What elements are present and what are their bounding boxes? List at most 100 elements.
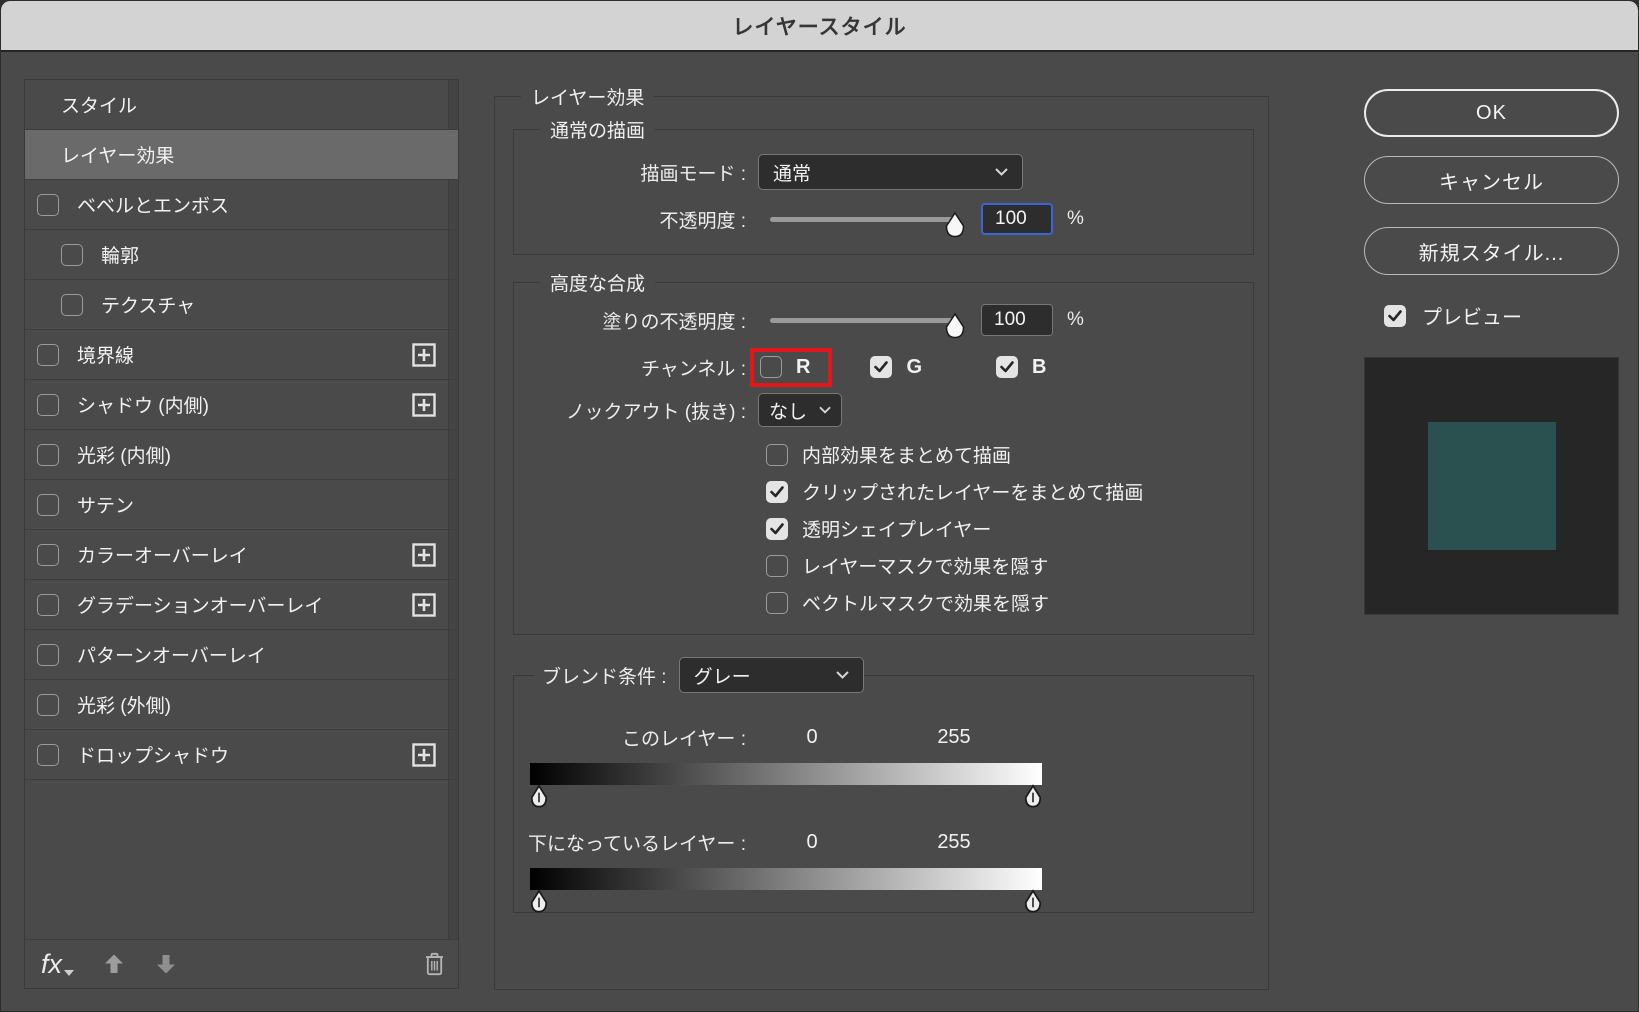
contour-checkbox[interactable]: [61, 243, 83, 266]
opacity-slider[interactable]: [770, 211, 965, 237]
blend-clipped-checkbox[interactable]: [766, 480, 788, 503]
vector-mask-hides-option[interactable]: ベクトルマスクで効果を隠す: [766, 589, 1253, 616]
preview-toggle-row: プレビュー: [1364, 301, 1619, 330]
preview-label: プレビュー: [1422, 307, 1522, 329]
knockout-label: ノックアウト (抜き) :: [565, 401, 746, 423]
check-icon: [770, 485, 784, 497]
chevron-down-icon: [819, 406, 831, 414]
channel-b-group: B: [996, 356, 1046, 379]
transparency-shapes-option[interactable]: 透明シェイプレイヤー: [766, 515, 1253, 542]
move-effect-up-button[interactable]: [102, 952, 126, 976]
advanced-blending-legend: 高度な合成: [540, 269, 656, 296]
blend-mode-value: 通常: [773, 163, 812, 185]
sidebar-item-satin[interactable]: サテン: [25, 480, 458, 530]
fx-menu-button[interactable]: fx: [41, 950, 75, 978]
dialog-titlebar[interactable]: レイヤースタイル: [1, 1, 1638, 52]
new-style-button[interactable]: 新規スタイル...: [1364, 227, 1619, 275]
cancel-button[interactable]: キャンセル: [1364, 156, 1619, 204]
general-blending-group: 通常の描画 描画モード : 通常 不透明度 : 100 %: [513, 116, 1254, 255]
add-gradient-overlay-instance-icon[interactable]: [412, 592, 436, 617]
outer-glow-checkbox[interactable]: [37, 693, 59, 716]
vector-mask-hides-checkbox[interactable]: [766, 591, 788, 614]
channel-g-checkbox[interactable]: [870, 356, 893, 378]
blend-if-value: グレー: [693, 666, 751, 688]
color-overlay-checkbox[interactable]: [37, 543, 59, 566]
inner-shadow-checkbox[interactable]: [37, 393, 59, 416]
sidebar-item-pattern-overlay[interactable]: パターンオーバーレイ: [25, 630, 458, 680]
blend-if-group: ブレンド条件 : グレー このレイヤー : 0 255 下になっているレイヤー …: [513, 657, 1254, 913]
add-inner-shadow-instance-icon[interactable]: [412, 392, 436, 417]
sidebar-item-gradient-overlay[interactable]: グラデーションオーバーレイ: [25, 580, 458, 630]
add-drop-shadow-instance-icon[interactable]: [412, 742, 436, 767]
this-layer-label: このレイヤー :: [622, 729, 746, 750]
arrow-up-icon: [105, 954, 124, 973]
blend-clipped-option[interactable]: クリップされたレイヤーをまとめて描画: [766, 478, 1253, 505]
fill-opacity-row: 塗りの不透明度 : 100 %: [514, 303, 1253, 338]
bevel-emboss-checkbox[interactable]: [37, 193, 59, 216]
this-layer-white-slider[interactable]: [1021, 784, 1045, 814]
sidebar-item-texture[interactable]: テクスチャ: [25, 280, 458, 330]
knockout-select[interactable]: なし: [758, 393, 842, 427]
fill-opacity-slider-handle[interactable]: [941, 312, 969, 345]
stroke-checkbox[interactable]: [37, 343, 59, 366]
transparency-shapes-checkbox[interactable]: [766, 517, 788, 540]
sidebar-item-styles[interactable]: スタイル: [25, 80, 458, 130]
underlying-layer-row: 下になっているレイヤー : 0 255: [514, 829, 1253, 856]
sidebar-item-color-overlay[interactable]: カラーオーバーレイ: [25, 530, 458, 580]
check-icon: [1388, 309, 1402, 321]
sidebar-item-stroke[interactable]: 境界線: [25, 330, 458, 380]
fill-opacity-unit: %: [1067, 309, 1084, 330]
channel-r-highlight-box: R: [750, 347, 833, 387]
this-layer-min-value: 0: [806, 726, 818, 748]
add-color-overlay-instance-icon[interactable]: [412, 542, 436, 567]
channel-g-group: G: [870, 356, 922, 379]
channel-b-checkbox[interactable]: [996, 356, 1019, 378]
blend-if-select[interactable]: グレー: [678, 657, 864, 693]
add-stroke-instance-icon[interactable]: [412, 342, 436, 367]
opacity-input[interactable]: 100: [981, 203, 1053, 235]
sidebar-item-outer-glow[interactable]: 光彩 (外側): [25, 680, 458, 730]
chevron-down-icon: [995, 168, 1008, 176]
this-layer-black-slider[interactable]: [527, 784, 551, 814]
layer-mask-hides-option[interactable]: レイヤーマスクで効果を隠す: [766, 552, 1253, 579]
blend-if-legend-row: ブレンド条件 : グレー: [534, 657, 864, 693]
pattern-overlay-checkbox[interactable]: [37, 643, 59, 666]
drop-shadow-checkbox[interactable]: [37, 743, 59, 766]
blend-interior-option[interactable]: 内部効果をまとめて描画: [766, 441, 1253, 468]
sidebar-item-bevel-emboss[interactable]: ベベルとエンボス: [25, 180, 458, 230]
sidebar-item-layer-effects[interactable]: レイヤー効果: [25, 130, 458, 180]
texture-checkbox[interactable]: [61, 293, 83, 316]
underlying-layer-gradient-ramp[interactable]: [530, 868, 1042, 913]
delete-effect-button[interactable]: [423, 951, 446, 977]
fill-opacity-slider[interactable]: [770, 312, 965, 338]
underlying-layer-white-slider[interactable]: [1021, 889, 1045, 919]
underlying-layer-black-slider[interactable]: [527, 889, 551, 919]
ok-button[interactable]: OK: [1364, 89, 1619, 137]
check-icon: [874, 361, 889, 373]
move-effect-down-button[interactable]: [154, 952, 178, 976]
channels-row: チャンネル : R G B: [514, 345, 1253, 389]
gradient-overlay-checkbox[interactable]: [37, 593, 59, 616]
underlying-layer-min-value: 0: [806, 831, 818, 853]
this-layer-gradient-ramp[interactable]: [530, 763, 1042, 808]
sidebar-item-drop-shadow[interactable]: ドロップシャドウ: [25, 730, 458, 780]
sidebar-item-contour[interactable]: 輪郭: [25, 230, 458, 280]
preview-checkbox[interactable]: [1384, 304, 1406, 327]
layer-effects-group: レイヤー効果 通常の描画 描画モード : 通常 不透明度 : 100 % 高度な…: [494, 83, 1269, 990]
styles-sidebar: スタイル レイヤー効果 ベベルとエンボス 輪郭 テクスチャ 境界線 シャドウ (…: [24, 79, 459, 989]
sidebar-item-inner-glow[interactable]: 光彩 (内側): [25, 430, 458, 480]
channel-g-label: G: [906, 355, 923, 378]
check-icon: [770, 522, 784, 534]
inner-glow-checkbox[interactable]: [37, 443, 59, 466]
arrow-down-icon: [157, 955, 176, 974]
fill-opacity-input[interactable]: 100: [981, 304, 1053, 336]
blend-mode-select[interactable]: 通常: [758, 154, 1023, 190]
satin-checkbox[interactable]: [37, 493, 59, 516]
layer-mask-hides-checkbox[interactable]: [766, 554, 788, 577]
opacity-slider-handle[interactable]: [941, 211, 969, 244]
channel-r-checkbox[interactable]: [760, 356, 782, 378]
channel-b-label: B: [1032, 355, 1047, 378]
sidebar-item-inner-shadow[interactable]: シャドウ (内側): [25, 380, 458, 430]
blend-interior-checkbox[interactable]: [766, 443, 788, 466]
this-layer-max-value: 255: [937, 726, 971, 748]
